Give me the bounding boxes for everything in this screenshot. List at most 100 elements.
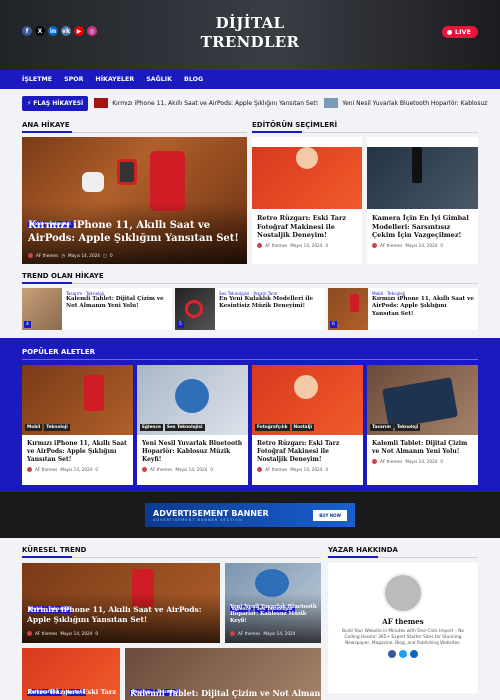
author-name[interactable]: AF themes: [328, 617, 478, 626]
editor-card-title[interactable]: Kamera İçin En İyi Gimbal Modelleri: Sar…: [367, 209, 478, 243]
avatar: [230, 631, 235, 636]
ticker-item-text: Kırmızı iPhone 11, Akıllı Saat ve AirPod…: [112, 99, 319, 107]
editor-card-image: [367, 147, 478, 209]
author[interactable]: AF themes: [36, 253, 58, 258]
section-title-popular: POPÜLER ALETLER: [22, 348, 478, 360]
ad-banner[interactable]: ADVERTISEMENT BANNER ADVERTISEMENT BANNER…: [145, 503, 355, 527]
date: Mayıs 14, 2024: [175, 467, 208, 472]
global-card-title[interactable]: Retro Rüzgarı: Eski Tarz: [27, 688, 119, 696]
live-button[interactable]: LIVE: [441, 26, 478, 38]
author[interactable]: AF themes: [380, 459, 402, 464]
twitter-icon[interactable]: [399, 650, 407, 658]
editor-card-title[interactable]: Retro Rüzgarı: Eski Tarz Fotoğraf Makine…: [252, 209, 362, 243]
nav-item-blog[interactable]: BLOG: [184, 76, 203, 83]
popular-card-meta: AF themes Mayıs 14, 2024 0: [367, 459, 478, 464]
date: Mayıs 14, 2024: [405, 242, 438, 248]
global-card-image[interactable]: Mobil Teknoloji Kırmızı iPhone 11, Akıllı…: [22, 563, 220, 643]
breaking-ticker: ⚡ FLAŞ HİKAYESİ Kırmızı iPhone 11, Akıll…: [22, 95, 487, 111]
logo-line-2: TRENDLER: [200, 33, 300, 51]
global-card-image[interactable]: Eğlence Ses Teknolojisi Yeni Nesil Yuvarl…: [225, 563, 321, 643]
avatar: [27, 467, 32, 472]
editor-card[interactable]: Kamera İçin En İyi Gimbal Modelleri: Sar…: [367, 137, 478, 264]
editor-card-meta: AF themes Mayıs 14, 2024 0: [252, 242, 362, 248]
author[interactable]: AF themes: [150, 467, 172, 472]
global-card-title[interactable]: Kalemli Tablet: Dijital Çizim ve Not Alm…: [130, 688, 321, 698]
popular-card[interactable]: Eğlence Ses Teknolojisi Yeni Nesil Yuvarl…: [137, 365, 248, 485]
buy-now-button[interactable]: BUY NOW: [313, 509, 347, 521]
popular-card[interactable]: Fotoğrafçılık Nostalji Retro Rüzgarı: Esk…: [252, 365, 363, 485]
site-logo[interactable]: DİJİTAL TRENDLER: [0, 14, 500, 52]
person-shape: [294, 375, 318, 399]
editor-card[interactable]: Retro Rüzgarı: Eski Tarz Fotoğraf Makine…: [252, 137, 362, 264]
date: Mayıs 14, 2024: [405, 459, 438, 464]
main-story-title[interactable]: Kırmızı iPhone 11, Akıllı Saat ve AirPod…: [28, 220, 243, 245]
trending-title[interactable]: En Yeni Kulaklık Modelleri ile Kesintisi…: [219, 296, 321, 311]
author-avatar[interactable]: [383, 573, 423, 613]
nav-item-isletme[interactable]: İŞLETME: [22, 76, 52, 83]
avatar: [372, 459, 377, 464]
category-badge[interactable]: Fotoğrafçılık: [255, 424, 290, 431]
global-card-image[interactable]: Fotoğrafçılık Nostalji Retro Rüzgarı: Esk…: [22, 648, 120, 700]
comment-count: 0: [95, 631, 98, 636]
category-badge[interactable]: Mobil: [25, 424, 43, 431]
trending-title[interactable]: Kalemli Tablet: Dijital Çizim ve Not Alm…: [66, 296, 168, 311]
main-story-meta: AF themes ◷ Mayıs 14, 2024 ▢ 0: [28, 253, 113, 258]
popular-card-title[interactable]: Yeni Nesil Yuvarlak Bluetooth Hoparlör: …: [137, 435, 248, 467]
global-card-title[interactable]: Yeni Nesil Yuvarlak Bluetooth Hoparlör: …: [230, 604, 318, 624]
ticker-item[interactable]: Yeni Nesil Yuvarlak Bluetooth Hoparlör: …: [324, 98, 487, 108]
trending-item[interactable]: 4 Tasarım · Teknoloji Kalemli Tablet: Dij…: [22, 288, 172, 330]
popular-cats: Tasarım Teknoloji: [370, 413, 422, 432]
global-card-title[interactable]: Kırmızı iPhone 11, Akıllı Saat ve AirPod…: [27, 605, 217, 624]
nav-item-spor[interactable]: SPOR: [64, 76, 83, 83]
global-card-image[interactable]: Tasarım Teknoloji Kalemli Tablet: Dijital…: [125, 648, 321, 700]
popular-cats: Fotoğrafçılık Nostalji: [255, 413, 316, 432]
author[interactable]: AF themes: [35, 467, 57, 472]
popular-card-title[interactable]: Kalemli Tablet: Dijital Çizim ve Not Alm…: [367, 435, 478, 459]
airpods-shape: [82, 172, 104, 192]
category-badge[interactable]: Teknoloji: [394, 424, 421, 431]
category-badge[interactable]: Eğlence: [140, 424, 163, 431]
live-dot-icon: [446, 29, 452, 35]
trending-thumb: 5: [175, 288, 215, 330]
category-badge[interactable]: Teknoloji: [44, 424, 70, 431]
section-title-main: ANA HİKAYE: [22, 121, 247, 133]
ticker-thumb: [94, 98, 109, 108]
gimbal-shape: [412, 147, 422, 183]
popular-card-image: Fotoğrafçılık Nostalji: [252, 365, 363, 435]
linkedin-icon[interactable]: [410, 650, 418, 658]
nav-item-saglik[interactable]: SAĞLIK: [146, 76, 172, 83]
popular-cats: Mobil Teknoloji: [25, 413, 72, 432]
facebook-icon[interactable]: [388, 650, 396, 658]
trending-item[interactable]: 6 Mobil · Teknoloji Kırmızı iPhone 11, Ak…: [328, 288, 478, 330]
ad-subtitle: ADVERTISEMENT BANNER SECTION: [153, 517, 243, 522]
date: Mayıs 14, 2024: [60, 631, 93, 636]
main-story-image[interactable]: Mobil Teknoloji Kırmızı iPhone 11, Akıllı…: [22, 137, 247, 264]
trending-title[interactable]: Kırmızı iPhone 11, Akıllı Saat ve AirPod…: [372, 296, 474, 318]
live-label: LIVE: [454, 28, 471, 36]
popular-cats: Eğlence Ses Teknolojisi: [140, 413, 207, 432]
ticker-item[interactable]: Kırmızı iPhone 11, Akıllı Saat ve AirPod…: [94, 98, 318, 108]
trending-item[interactable]: 5 Ses Teknolojisi · Yaşam Tarzı En Yeni K…: [175, 288, 325, 330]
author[interactable]: AF themes: [380, 243, 402, 248]
popular-card[interactable]: Mobil Teknoloji Kırmızı iPhone 11, Akıllı…: [22, 365, 133, 485]
popular-card-image: Mobil Teknoloji: [22, 365, 133, 435]
comment-count: 0: [95, 467, 98, 472]
category-badge[interactable]: Ses Teknolojisi: [164, 424, 205, 431]
popular-card-title[interactable]: Kırmızı iPhone 11, Akıllı Saat ve AirPod…: [22, 435, 133, 467]
avatar: [257, 242, 262, 248]
nav-item-hikayeler[interactable]: HİKAYELER: [95, 76, 134, 83]
editor-card-image: [252, 147, 362, 209]
category-badge[interactable]: Nostalji: [291, 424, 314, 431]
author[interactable]: AF themes: [265, 467, 287, 472]
popular-card[interactable]: Tasarım Teknoloji Kalemli Tablet: Dijital…: [367, 365, 478, 485]
headphone-shape: [185, 300, 203, 318]
author[interactable]: AF themes: [265, 243, 287, 248]
comment-count: 0: [440, 459, 443, 464]
popular-card-title[interactable]: Retro Rüzgarı: Eski Tarz Fotoğraf Makine…: [252, 435, 363, 467]
comment-count: 0: [325, 467, 328, 472]
author[interactable]: AF themes: [238, 631, 260, 636]
popular-card-image: Eğlence Ses Teknolojisi: [137, 365, 248, 435]
author[interactable]: AF themes: [35, 631, 57, 636]
trending-thumb: 4: [22, 288, 62, 330]
category-badge[interactable]: Tasarım: [370, 424, 393, 431]
